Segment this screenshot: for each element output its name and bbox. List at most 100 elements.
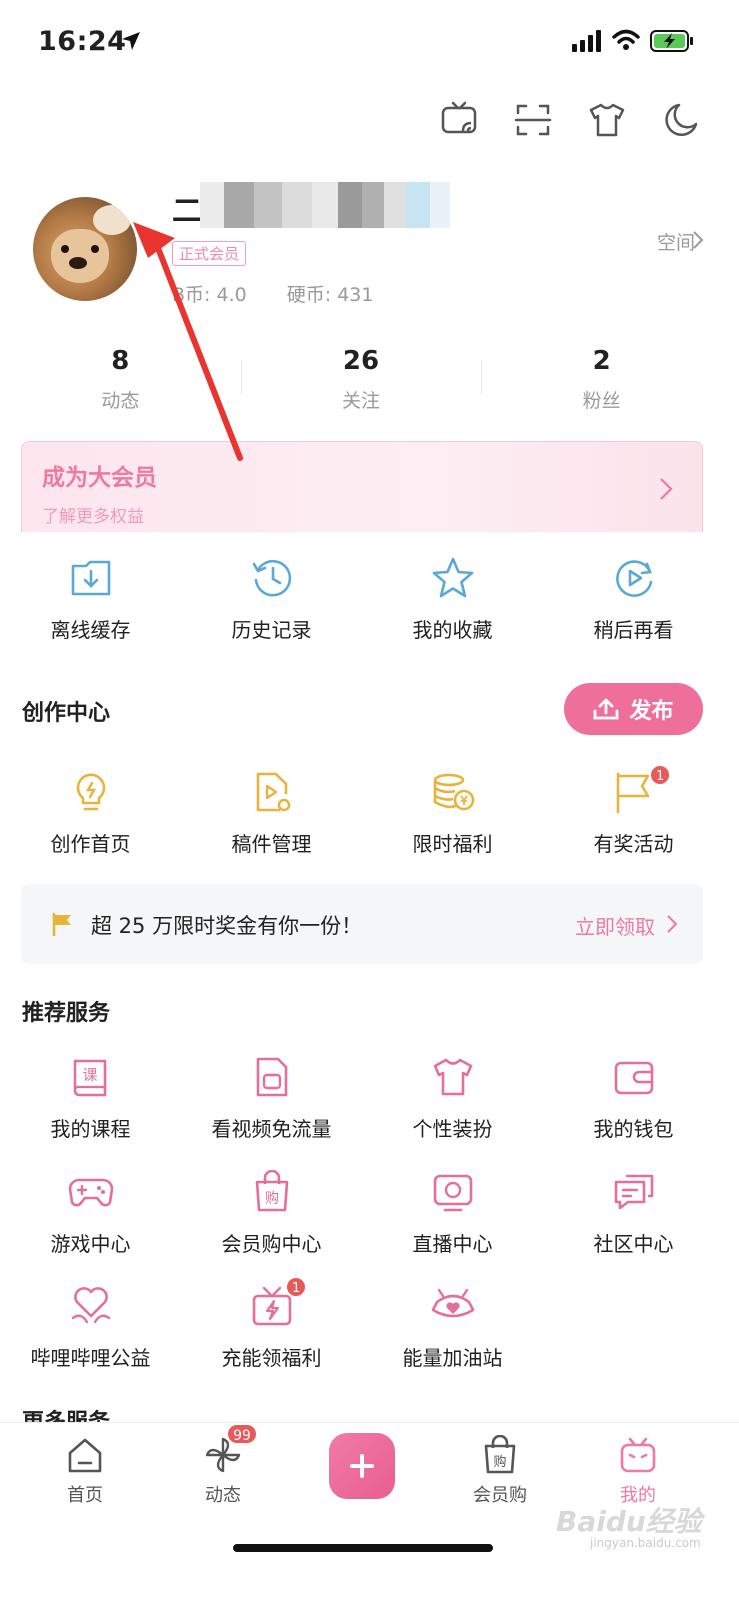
- stat-label: 关注: [342, 390, 381, 412]
- svg-text:课: 课: [82, 1066, 97, 1084]
- stat-value: 8: [111, 346, 130, 376]
- quick-action-watch-later[interactable]: 稍后再看: [543, 556, 724, 643]
- quick-action-label: 离线缓存: [50, 618, 131, 642]
- service-label: 社区中心: [593, 1232, 674, 1256]
- tab-member-shop[interactable]: 购 会员购: [445, 1435, 555, 1507]
- tab-label: 首页: [67, 1485, 103, 1506]
- star-icon: [432, 557, 473, 598]
- vip-banner-subtitle: 了解更多权益: [42, 507, 144, 527]
- recommended-row-2: 游戏中心 购 会员购中心 直播中心 社区中心: [0, 1170, 724, 1257]
- service-label: 会员购中心: [221, 1232, 322, 1256]
- service-energy-station[interactable]: 能量加油站: [362, 1284, 543, 1371]
- service-personal-dressup[interactable]: 个性装扮: [362, 1055, 543, 1142]
- recommended-row-3: 哔哩哔哩公益 1 充能领福利 能量加油站: [0, 1276, 724, 1371]
- service-game-center[interactable]: 游戏中心: [0, 1170, 181, 1257]
- quick-action-history[interactable]: 历史记录: [181, 556, 362, 643]
- tshirt-icon[interactable]: [587, 100, 627, 140]
- vip-banner[interactable]: 成为大会员 了解更多权益: [21, 441, 703, 541]
- stat-label: 粉丝: [582, 390, 621, 412]
- wifi-icon: [612, 29, 640, 50]
- publish-button[interactable]: 发布: [564, 683, 703, 735]
- manuscript-management[interactable]: 稿件管理: [181, 770, 362, 857]
- stat-label: 动态: [101, 390, 140, 412]
- service-bilibili-charity[interactable]: 哔哩哔哩公益: [0, 1284, 181, 1371]
- quick-action-favorites[interactable]: 我的收藏: [362, 556, 543, 643]
- service-my-wallet[interactable]: 我的钱包: [543, 1055, 724, 1142]
- chevron-right-icon: [667, 915, 678, 933]
- username-blurred: [200, 182, 450, 228]
- live-tv-icon: [433, 1174, 472, 1212]
- top-toolbar: [439, 100, 701, 140]
- coin-balance: 硬币: 431: [286, 284, 374, 306]
- recommended-row-1: 课 我的课程 看视频免流量 个性装扮 我的钱包: [0, 1055, 724, 1142]
- creation-center-title: 创作中心: [22, 701, 111, 726]
- stat-fans[interactable]: 2 粉丝: [481, 346, 722, 413]
- home-icon: [68, 1438, 102, 1473]
- vip-status-tag: 正式会员: [172, 241, 247, 266]
- energy-station-icon: [431, 1288, 474, 1318]
- profile-stats: 8 动态 26 关注 2 粉丝: [0, 346, 722, 413]
- creation-home[interactable]: 创作首页: [0, 770, 181, 857]
- plus-icon: [350, 1454, 374, 1478]
- service-charge-benefits[interactable]: 1 充能领福利: [181, 1276, 362, 1371]
- publish-label: 发布: [629, 699, 674, 724]
- service-community-center[interactable]: 社区中心: [543, 1170, 724, 1257]
- stat-dynamics[interactable]: 8 动态: [0, 346, 241, 413]
- home-indicator: [233, 1544, 493, 1552]
- chevron-right-icon: [660, 478, 673, 500]
- recommended-services-title: 推荐服务: [22, 1001, 111, 1026]
- tab-label: 会员购: [473, 1485, 527, 1506]
- shopping-bag-icon: 购: [255, 1170, 288, 1212]
- create-post-button[interactable]: [329, 1433, 395, 1499]
- quick-action-label: 历史记录: [231, 618, 312, 642]
- service-member-shop[interactable]: 购 会员购中心: [181, 1170, 362, 1257]
- service-label: 我的课程: [50, 1117, 131, 1141]
- service-my-courses[interactable]: 课 我的课程: [0, 1055, 181, 1142]
- tab-mine[interactable]: 我的: [583, 1435, 693, 1507]
- service-label: 游戏中心: [50, 1232, 131, 1256]
- moon-night-mode-icon[interactable]: [661, 100, 701, 140]
- quick-action-offline-cache[interactable]: 离线缓存: [0, 556, 181, 643]
- service-label: 我的钱包: [593, 1117, 674, 1141]
- tv-cast-icon[interactable]: [439, 100, 479, 140]
- coin-stack-icon: [433, 773, 474, 811]
- tab-home[interactable]: 首页: [30, 1435, 140, 1507]
- download-folder-icon: [71, 560, 110, 596]
- watermark-logo: Baidu经验: [556, 1505, 702, 1538]
- service-label: 哔哩哔哩公益: [30, 1346, 151, 1370]
- stat-following[interactable]: 26 关注: [240, 346, 482, 413]
- creation-label: 创作首页: [50, 832, 131, 856]
- scan-icon[interactable]: [513, 100, 553, 140]
- service-label: 直播中心: [412, 1232, 493, 1256]
- manuscript-icon: [256, 772, 290, 812]
- promo-text: 超 25 万限时奖金有你一份！: [91, 914, 363, 938]
- lightbulb-icon: [76, 773, 105, 811]
- limited-benefits[interactable]: 限时福利: [362, 770, 543, 857]
- quick-actions: 离线缓存 历史记录 我的收藏 稍后再看: [0, 556, 724, 643]
- service-label: 个性装扮: [412, 1117, 493, 1141]
- promo-claim-link[interactable]: 立即领取: [575, 911, 655, 940]
- chevron-right-icon: [693, 231, 704, 249]
- service-free-data[interactable]: 看视频免流量: [181, 1055, 362, 1142]
- status-bar: 16:24: [0, 0, 739, 90]
- watch-later-icon: [615, 560, 652, 597]
- service-label: 充能领福利: [221, 1346, 322, 1370]
- service-live-center[interactable]: 直播中心: [362, 1170, 543, 1257]
- battery-charging-icon: [650, 30, 693, 52]
- tab-dynamics[interactable]: 99 动态: [168, 1423, 278, 1507]
- location-arrow-icon: [122, 32, 140, 50]
- username: 二: [172, 194, 202, 229]
- quick-action-label: 我的收藏: [412, 618, 493, 642]
- creation-label: 稿件管理: [231, 832, 312, 856]
- history-clock-icon: [252, 559, 291, 597]
- watermark-domain: jingyan.baidu.com: [590, 1536, 701, 1550]
- promo-banner[interactable]: 超 25 万限时奖金有你一份！ 立即领取: [21, 884, 703, 964]
- sim-card-icon: [256, 1057, 287, 1097]
- creation-center-grid: 创作首页 稿件管理 限时福利 1 有奖活动: [0, 764, 724, 857]
- prize-activities[interactable]: 1 有奖活动: [543, 764, 724, 857]
- tshirt-icon: [433, 1058, 472, 1096]
- service-empty-slot: [543, 1284, 724, 1371]
- chat-bubble-icon: [614, 1174, 653, 1210]
- avatar[interactable]: [33, 197, 137, 301]
- service-label: 看视频免流量: [211, 1117, 332, 1141]
